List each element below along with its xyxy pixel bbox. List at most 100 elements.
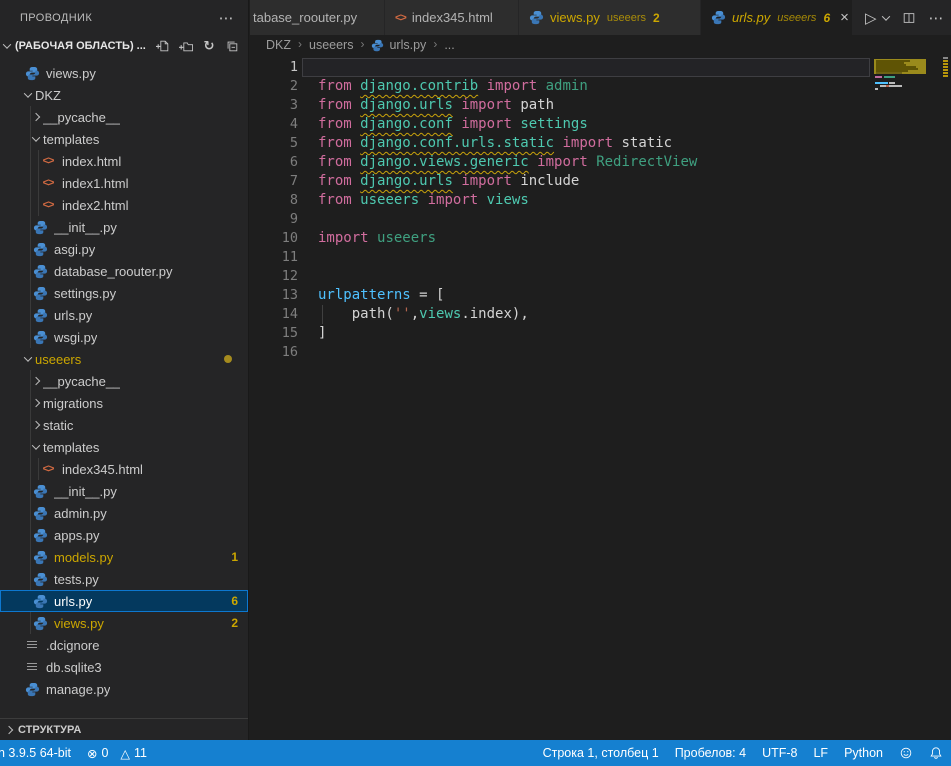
tree-item[interactable]: __pycache__ [0, 106, 248, 128]
code-line[interactable]: import useeers [318, 229, 861, 248]
notifications-bell-icon[interactable] [921, 740, 951, 766]
split-editor-icon[interactable] [902, 11, 916, 25]
feedback-icon[interactable] [891, 740, 921, 766]
code-line[interactable]: from django.conf.urls.static import stat… [318, 134, 861, 153]
code-line[interactable] [318, 248, 861, 267]
tab-bar: tabase_roouter.py<>index345.htmlviews.py… [250, 0, 951, 35]
new-folder-icon[interactable] [178, 38, 194, 54]
tree-item[interactable]: settings.py [0, 282, 248, 304]
tree-item[interactable]: templates [0, 128, 248, 150]
tree-item[interactable]: apps.py [0, 524, 248, 546]
editor-tab[interactable]: urls.pyuseeers6× [701, 0, 853, 35]
tree-item[interactable]: asgi.py [0, 238, 248, 260]
tree-item[interactable]: tests.py [0, 568, 248, 590]
tree-item[interactable]: templates [0, 436, 248, 458]
indentation-status[interactable]: Пробелов: 4 [667, 740, 754, 766]
breadcrumb: DKZ›useeers›urls.py›... [250, 35, 951, 55]
code-line[interactable]: from django.contrib import admin [318, 77, 861, 96]
new-file-icon[interactable] [155, 38, 171, 54]
tree-item-label: asgi.py [54, 242, 95, 257]
tree-item[interactable]: views.py [0, 62, 248, 84]
breadcrumb-item[interactable]: DKZ [266, 38, 291, 52]
line-number: 5 [250, 134, 318, 153]
code-line[interactable]: ] [318, 324, 861, 343]
tree-item[interactable]: views.py2 [0, 612, 248, 634]
chevron-down-icon [23, 89, 31, 97]
tree-item[interactable]: __init__.py [0, 216, 248, 238]
code-line[interactable]: from django.views.generic import Redirec… [318, 153, 861, 172]
run-button-icon[interactable]: ▷ [865, 9, 877, 27]
chevron-right-icon [31, 421, 39, 429]
tree-item[interactable]: __pycache__ [0, 370, 248, 392]
code-line[interactable]: from django.conf import settings [318, 115, 861, 134]
tree-item[interactable]: <>index.html [0, 150, 248, 172]
tree-item[interactable]: db.sqlite3 [0, 656, 248, 678]
tree-item[interactable]: database_roouter.py [0, 260, 248, 282]
workspace-section-header[interactable]: (РАБОЧАЯ ОБЛАСТЬ) ... ↻ [0, 35, 248, 57]
warning-count: 11 [134, 746, 147, 760]
more-actions-icon[interactable]: ⋯ [219, 9, 234, 27]
python-version-status[interactable]: n 3.9.5 64-bit [0, 740, 79, 766]
code-line[interactable]: from useeers import views [318, 191, 861, 210]
breadcrumb-item[interactable]: ... [444, 38, 454, 52]
tree-item[interactable]: models.py1 [0, 546, 248, 568]
line-number: 3 [250, 96, 318, 115]
language-mode-status[interactable]: Python [836, 740, 891, 766]
editor-tab[interactable]: <>index345.html [385, 0, 519, 35]
workspace-label: (РАБОЧАЯ ОБЛАСТЬ) ... [15, 40, 146, 52]
python-file-icon [32, 505, 48, 521]
tree-item[interactable]: __init__.py [0, 480, 248, 502]
code-line[interactable] [318, 267, 861, 286]
tree-item[interactable]: manage.py [0, 678, 248, 700]
warning-icon: △ [120, 746, 130, 761]
minimap[interactable] [872, 55, 938, 275]
chevron-right-icon: › [360, 37, 364, 51]
tree-item[interactable]: static [0, 414, 248, 436]
encoding-status[interactable]: UTF-8 [754, 740, 805, 766]
breadcrumb-item[interactable]: urls.py [371, 38, 426, 52]
code-line[interactable] [318, 210, 861, 229]
status-bar: n 3.9.5 64-bit ⊗ 0 △ 11 Строка 1, столбе… [0, 740, 951, 766]
line-number: 14 [250, 305, 318, 324]
tree-item-label: manage.py [46, 682, 110, 697]
tree-item[interactable]: <>index2.html [0, 194, 248, 216]
run-dropdown-chevron-icon[interactable] [881, 12, 889, 20]
editor-tab[interactable]: views.pyuseeers2 [519, 0, 701, 35]
code-content[interactable]: from django.contrib import adminfrom dja… [318, 58, 861, 362]
outline-section-header[interactable]: СТРУКТУРА [0, 718, 248, 740]
breadcrumb-item[interactable]: useeers [309, 38, 353, 52]
tree-item-label: tests.py [54, 572, 99, 587]
refresh-icon[interactable]: ↻ [201, 38, 217, 54]
code-line[interactable] [318, 343, 861, 362]
eol-status[interactable]: LF [805, 740, 836, 766]
tree-item[interactable]: .dcignore [0, 634, 248, 656]
tab-label: index345.html [412, 10, 493, 25]
code-editor[interactable]: 12345678910111213141516 from django.cont… [250, 55, 951, 740]
python-file-icon [32, 571, 48, 587]
code-line[interactable]: from django.urls import include [318, 172, 861, 191]
tree-item[interactable]: wsgi.py [0, 326, 248, 348]
tree-item[interactable]: DKZ [0, 84, 248, 106]
problems-count-badge: 2 [231, 616, 238, 630]
tree-item[interactable]: urls.py6 [0, 590, 248, 612]
tree-item[interactable]: <>index345.html [0, 458, 248, 480]
explorer-sidebar: ПРОВОДНИК ⋯ (РАБОЧАЯ ОБЛАСТЬ) ... ↻ view… [0, 0, 249, 740]
code-line[interactable]: from django.urls import path [318, 96, 861, 115]
code-line[interactable]: path('',views.index), [318, 305, 861, 324]
cursor-position-status[interactable]: Строка 1, столбец 1 [535, 740, 667, 766]
code-line[interactable] [318, 58, 861, 77]
tree-item[interactable]: <>index1.html [0, 172, 248, 194]
tree-item-label: admin.py [54, 506, 107, 521]
tab-problems-badge: 6 [823, 11, 830, 25]
editor-tab[interactable]: tabase_roouter.py [250, 0, 385, 35]
file-file-icon [24, 659, 40, 675]
tree-item[interactable]: migrations [0, 392, 248, 414]
tree-item[interactable]: admin.py [0, 502, 248, 524]
problems-status[interactable]: ⊗ 0 △ 11 [79, 740, 155, 766]
tree-item[interactable]: useeers [0, 348, 248, 370]
code-line[interactable]: urlpatterns = [ [318, 286, 861, 305]
tree-item[interactable]: urls.py [0, 304, 248, 326]
more-actions-icon[interactable]: ⋯ [929, 9, 944, 27]
collapse-folders-icon[interactable] [224, 38, 240, 54]
close-icon[interactable]: × [840, 9, 849, 26]
